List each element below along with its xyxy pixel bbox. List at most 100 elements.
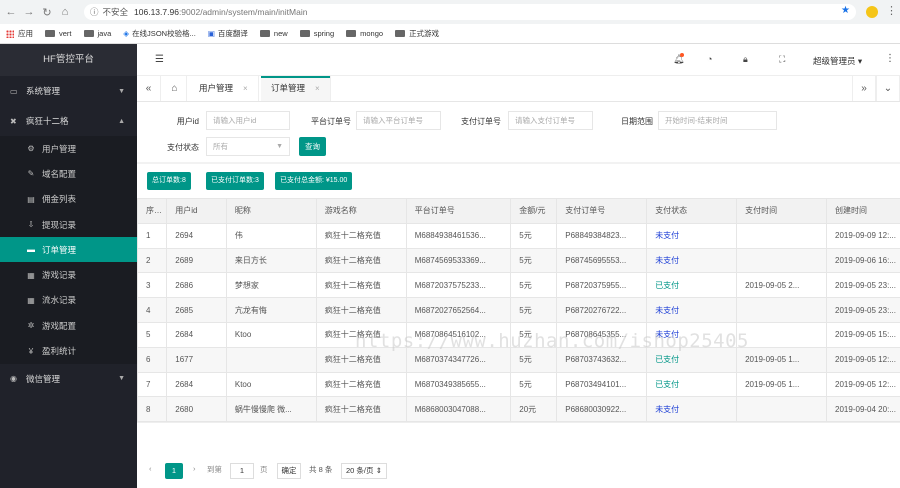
table-row[interactable]: 4 2685 亢龙有悔 疯狂十二格充值 M6872027652564... 5元 P6872…: [137, 297, 900, 323]
tab-dropdown-icon[interactable]: ⌄: [876, 76, 900, 101]
stats-bar: 总订单数:8 已支付订单数:3 已支付总金额: ¥15.00: [137, 164, 900, 200]
table-row[interactable]: 3 2686 梦想家 疯狂十二格充值 M6872037575233... 5元 P68720…: [137, 272, 900, 299]
table-cell: 2689: [166, 247, 227, 274]
reload-icon[interactable]: ↻: [38, 6, 56, 19]
more-icon[interactable]: ⋮: [885, 53, 895, 64]
sidebar-group-game[interactable]: ✖ 疯狂十二格 ▲: [0, 106, 137, 136]
insecure-label: 不安全: [102, 7, 129, 17]
home-icon[interactable]: ⌂: [56, 6, 74, 18]
column-header: 支付状态: [646, 198, 738, 224]
sidebar-item-withdraw[interactable]: ⇩ 提现记录: [0, 212, 137, 237]
table-row[interactable]: 8 2680 蜗牛慢慢爬 微... 疯狂十二格充值 M6868003047088... 2…: [137, 396, 900, 422]
doc-icon: ▤: [27, 194, 35, 204]
table-cell: 2685: [166, 297, 227, 323]
bookmark-item[interactable]: java: [83, 29, 111, 38]
grid-icon: ▦: [27, 270, 35, 280]
query-button[interactable]: 查询: [299, 137, 326, 156]
close-icon[interactable]: ×: [315, 84, 320, 93]
prev-page-icon[interactable]: ‹: [149, 464, 152, 473]
page-current[interactable]: 1: [165, 463, 183, 479]
pay-status-select[interactable]: 所有 ▼: [206, 137, 290, 156]
bookmark-item[interactable]: ◈ 在线JSON校验格...: [123, 28, 196, 39]
table-cell: 2019-09-09 12:...: [826, 222, 900, 249]
page-size-select[interactable]: 20 条/页 ⇕: [341, 463, 387, 479]
bookmark-item[interactable]: mongo: [346, 29, 383, 38]
address-bar[interactable]: ⓘ 不安全 106.13.7.96:9002/admin/system/main…: [84, 4, 856, 20]
paid-amount-badge[interactable]: 已支付总金额: ¥15.00: [275, 172, 353, 190]
sidebar-item-users[interactable]: ⚙ 用户管理: [0, 136, 137, 161]
extension-icon[interactable]: [866, 6, 878, 18]
bookmark-item[interactable]: new: [259, 29, 288, 38]
sidebar-group-system[interactable]: ▭ 系统管理 ▼: [0, 76, 137, 106]
next-page-icon[interactable]: ›: [193, 464, 196, 473]
monitor-icon: ▭: [10, 86, 18, 96]
table-cell: 2019-09-05 2...: [736, 272, 828, 299]
sidebar-item-domain[interactable]: ✎ 域名配置: [0, 161, 137, 186]
bell-icon[interactable]: 🔔︎: [673, 53, 684, 65]
table-cell: [736, 396, 828, 422]
sidebar-item-flow-records[interactable]: ▦ 流水记录: [0, 288, 137, 313]
platform-order-input[interactable]: 请输入平台订单号: [356, 111, 441, 130]
table-cell: 2019-09-05 1...: [736, 371, 828, 398]
sidebar-item-orders[interactable]: ▬ 订单管理: [0, 237, 137, 263]
sidebar-group-wechat[interactable]: ◉ 微信管理 ▼: [0, 364, 137, 394]
withdraw-icon: ⇩: [27, 220, 35, 230]
caret-down-icon: ▼: [118, 375, 125, 383]
goto-confirm-button[interactable]: 确定: [277, 463, 301, 479]
sidebar-item-game-config[interactable]: ✲ 游戏配置: [0, 313, 137, 338]
table-cell: [736, 222, 828, 249]
folder-icon: [83, 30, 94, 37]
tab-scroll-left-icon[interactable]: «: [137, 76, 161, 101]
date-range-input[interactable]: 开始时间-结束时间: [658, 111, 777, 130]
table-row[interactable]: 1 2694 伟疯狂十二格充值 M6884938461536... 5元 P6884938…: [137, 222, 900, 249]
sidebar-item-profit[interactable]: ¥ 盈利统计: [0, 338, 137, 363]
star-icon[interactable]: ★: [841, 5, 850, 16]
tab-scroll-right-icon[interactable]: »: [852, 76, 876, 101]
tab-user-management[interactable]: 用户管理 ×: [189, 76, 259, 101]
table-cell: M6870349385655...: [405, 371, 512, 398]
table-cell: 疯狂十二格充值: [315, 396, 407, 422]
table-row[interactable]: 2 2689 来日方长 疯狂十二格充值 M6874569533369... 5元 P6874…: [137, 247, 900, 274]
menu-toggle-icon[interactable]: ☰: [155, 54, 164, 65]
table-cell: 5元: [510, 297, 558, 323]
table-cell: M6868003047088...: [405, 396, 512, 422]
lock-icon[interactable]: 🔒︎: [743, 54, 748, 65]
info-icon[interactable]: ⓘ: [90, 6, 99, 18]
tab-order-management[interactable]: 订单管理 ×: [261, 76, 331, 101]
table-cell: 2019-09-06 16:...: [826, 247, 900, 274]
table-cell: 疯狂十二格充值: [315, 321, 407, 348]
paid-orders-badge[interactable]: 已支付订单数:3: [206, 172, 264, 190]
table-row[interactable]: 7 2684 Ktoo 疯狂十二格充值 M6870349385655... 5元 P6870…: [137, 371, 900, 398]
pay-order-input[interactable]: 请输入支付订单号: [508, 111, 593, 130]
top-header: ☰ 🔔︎ ◔ 🔒︎ ⛶ 超级管理员 ▾ ⋮: [137, 44, 900, 76]
browser-menu-icon[interactable]: ⋮: [886, 4, 897, 17]
column-header: 序号: [137, 198, 168, 224]
forward-icon[interactable]: →: [20, 6, 38, 18]
fullscreen-icon[interactable]: ⛶: [779, 54, 785, 65]
back-icon[interactable]: ←: [2, 6, 20, 18]
close-icon[interactable]: ×: [243, 84, 248, 93]
total-orders-badge[interactable]: 总订单数:8: [147, 172, 191, 190]
table-cell: 疯狂十二格充值: [315, 297, 407, 323]
column-header: 创建时间: [826, 198, 900, 224]
theme-icon[interactable]: ◔: [707, 54, 712, 64]
table-row[interactable]: 5 2684 Ktoo 疯狂十二格充值 M6870864516102... 5元 P6870…: [137, 321, 900, 348]
admin-menu[interactable]: 超级管理员 ▾: [813, 55, 862, 67]
bookmark-item[interactable]: vert: [45, 29, 72, 38]
table-row[interactable]: 6 1677 疯狂十二格充值 M6870374347726... 5元 P68703743…: [137, 346, 900, 373]
url-path: :9002/admin/system/main/initMain: [178, 7, 308, 17]
table-cell: 2684: [166, 321, 227, 348]
user-id-input[interactable]: 请输入用户id: [206, 111, 290, 130]
sidebar-item-commission[interactable]: ▤ 佣金列表: [0, 187, 137, 212]
table-cell: [736, 247, 828, 274]
table-cell: 来日方长: [225, 247, 317, 274]
card-icon: ▬: [27, 245, 35, 255]
game-icon: ✖: [10, 116, 17, 126]
bookmark-item[interactable]: spring: [299, 29, 334, 38]
home-tab-icon[interactable]: ⌂: [163, 76, 187, 101]
goto-input[interactable]: 1: [230, 463, 254, 479]
bookmark-item[interactable]: ▣ 百度翻译: [208, 28, 248, 39]
sidebar-item-game-records[interactable]: ▦ 游戏记录: [0, 262, 137, 287]
bookmark-apps[interactable]: 应用: [6, 28, 33, 39]
bookmark-item[interactable]: 正式游戏: [395, 28, 439, 39]
